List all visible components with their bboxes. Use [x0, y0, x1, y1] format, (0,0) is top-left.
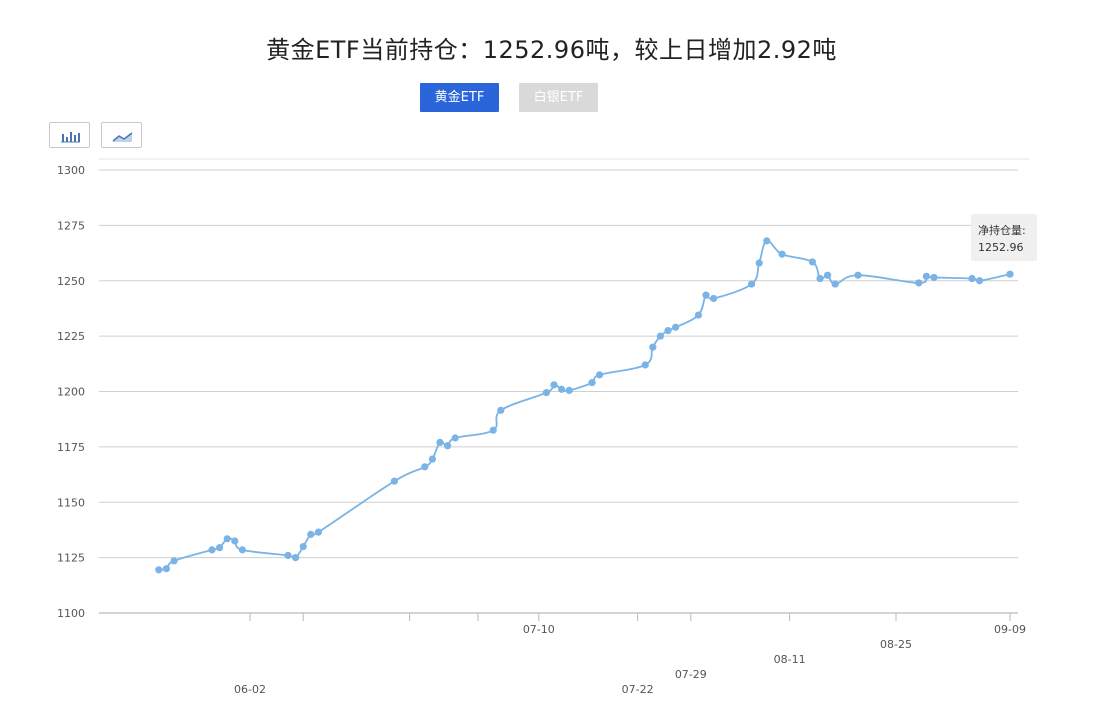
data-point	[550, 381, 558, 389]
data-point	[170, 557, 178, 565]
tooltip-label: 净持仓量:	[978, 224, 1026, 237]
data-point	[641, 361, 649, 369]
data-point	[292, 554, 300, 562]
y-tick-label: 1250	[57, 275, 85, 288]
x-tick-label: 07-22	[622, 683, 654, 696]
y-tick-label: 1175	[57, 441, 85, 454]
data-point	[854, 271, 862, 279]
data-point	[451, 434, 459, 442]
data-point	[231, 537, 239, 545]
data-point	[497, 406, 505, 414]
data-point	[299, 542, 307, 551]
data-point	[238, 546, 246, 554]
data-point	[155, 566, 163, 574]
data-point	[922, 272, 931, 280]
data-point	[976, 277, 984, 285]
y-tick-label: 1300	[57, 164, 85, 177]
y-tick-label: 1200	[57, 386, 85, 399]
data-point	[778, 250, 786, 258]
data-point	[223, 535, 231, 543]
data-point	[216, 544, 224, 552]
data-point	[436, 438, 444, 447]
y-tick-label: 1125	[57, 552, 85, 565]
data-point	[656, 332, 665, 340]
data-point	[489, 426, 497, 434]
data-point	[930, 273, 938, 282]
data-point	[808, 258, 817, 266]
data-point	[284, 551, 292, 560]
data-point	[588, 379, 596, 387]
tooltip-value: 1252.96	[978, 241, 1024, 254]
chart-area: 1100 1125 1150 1175 1200 1225 1250 1275 1300 06-0…	[57, 158, 1029, 696]
data-point	[702, 291, 710, 299]
data-point	[915, 279, 923, 287]
data-point	[748, 280, 756, 288]
data-point	[649, 343, 657, 351]
data-point	[763, 237, 771, 245]
data-point	[672, 323, 680, 331]
data-point	[824, 271, 832, 279]
y-tick-label: 1275	[57, 219, 85, 232]
data-point	[542, 389, 551, 397]
y-tick-label: 1150	[57, 496, 85, 509]
data-point	[816, 274, 824, 283]
data-point	[421, 463, 429, 471]
x-tick-label: 08-11	[774, 653, 806, 666]
y-tick-label: 1225	[57, 330, 85, 343]
data-point	[314, 528, 322, 536]
data-point	[755, 259, 763, 267]
data-point	[694, 311, 703, 319]
data-point	[596, 371, 604, 379]
data-point	[162, 565, 170, 573]
x-tick-label: 09-09	[994, 623, 1026, 636]
data-point	[307, 530, 315, 538]
x-tick-label: 06-02	[234, 683, 266, 696]
y-tick-label: 1100	[57, 607, 85, 620]
series-line	[158, 239, 1011, 571]
tooltip: 净持仓量: 1252.96	[971, 214, 1037, 261]
data-point	[1006, 270, 1014, 278]
x-tick-label: 08-25	[880, 638, 912, 651]
data-point	[664, 326, 672, 335]
data-point	[968, 274, 976, 283]
data-point	[208, 546, 216, 554]
data-point	[444, 442, 452, 450]
data-point	[565, 386, 573, 394]
data-point	[710, 294, 718, 303]
data-point	[558, 385, 566, 393]
data-point	[390, 477, 398, 485]
x-tick-label: 07-10	[523, 623, 555, 636]
x-tick-label: 07-29	[675, 668, 707, 681]
data-point	[831, 280, 839, 288]
data-point	[428, 455, 436, 463]
